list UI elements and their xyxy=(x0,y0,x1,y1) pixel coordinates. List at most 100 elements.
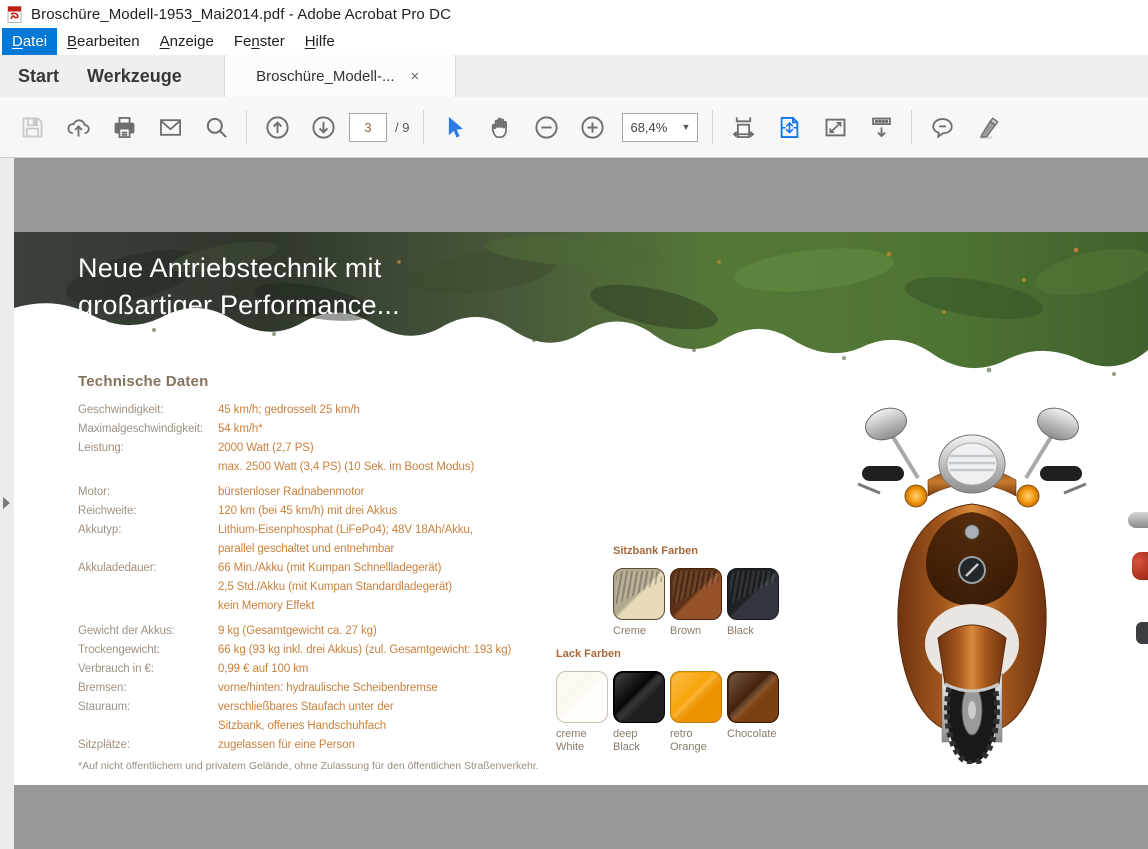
adjacent-scooter-fragment xyxy=(1136,622,1148,644)
previous-page-button[interactable] xyxy=(257,107,297,147)
tech-value-line: kein Memory Effekt xyxy=(218,597,452,616)
tech-row-label: Maximalgeschwindigkeit: xyxy=(78,420,218,439)
color-swatch-item: Brown xyxy=(670,568,722,638)
print-button[interactable] xyxy=(104,107,144,147)
save-icon xyxy=(19,114,46,141)
zoom-level-dropdown[interactable]: 68,4% ▼ xyxy=(622,113,698,142)
tech-row: Sitzplätze:zugelassen für eine Person xyxy=(78,736,558,755)
search-button[interactable] xyxy=(196,107,236,147)
pdf-page[interactable]: Neue Antriebstechnik mitgroßartiger Perf… xyxy=(14,232,1148,785)
tech-value-line: max. 2500 Watt (3,4 PS) (10 Sek. im Boos… xyxy=(218,458,474,477)
color-swatch-item: Chocolate xyxy=(727,671,779,754)
page-number-input[interactable] xyxy=(349,113,387,142)
tech-row: Reichweite:120 km (bei 45 km/h) mit drei… xyxy=(78,502,558,521)
zoom-out-button[interactable] xyxy=(526,107,566,147)
color-swatch-item: deepBlack xyxy=(613,671,665,754)
tech-row: Geschwindigkeit:45 km/h; gedrosselt 25 k… xyxy=(78,401,558,420)
tech-row-label: Gewicht der Akkus: xyxy=(78,622,218,641)
scooter-front-image xyxy=(852,392,1092,764)
comment-button[interactable] xyxy=(922,107,962,147)
color-swatch xyxy=(556,671,608,723)
tech-value-line: Lithium-Eisenphosphat (LiFePo4); 48V 18A… xyxy=(218,521,473,540)
color-swatch-label: retroOrange xyxy=(670,728,722,754)
search-icon xyxy=(203,114,230,141)
color-swatch-item: retroOrange xyxy=(670,671,722,754)
tech-row-value: 45 km/h; gedrosselt 25 km/h xyxy=(218,401,360,420)
tab-werkzeuge[interactable]: Werkzeuge xyxy=(73,55,196,97)
close-icon[interactable]: × xyxy=(407,67,424,86)
color-swatch xyxy=(670,671,722,723)
paint-colors-section: Lack Farben cremeWhitedeepBlackretroOran… xyxy=(556,648,784,754)
menu-fenster[interactable]: Fenster xyxy=(224,28,295,55)
fit-width-button[interactable] xyxy=(723,107,763,147)
color-swatch-item: cremeWhite xyxy=(556,671,608,754)
tech-value-line: 9 kg (Gesamtgewicht ca. 27 kg) xyxy=(218,622,377,641)
tech-footnote: *Auf nicht öffentlichem und privatem Gel… xyxy=(78,760,539,772)
color-swatch-item: Creme xyxy=(613,568,665,638)
fullscreen-button[interactable] xyxy=(815,107,855,147)
panel-expand-icon[interactable] xyxy=(3,497,10,509)
toolbar-separator xyxy=(246,110,247,144)
fit-page-button[interactable] xyxy=(769,107,809,147)
color-swatch-label: Brown xyxy=(670,625,722,638)
next-page-button[interactable] xyxy=(303,107,343,147)
pdf-file-icon xyxy=(7,6,24,23)
menu-datei[interactable]: Datei xyxy=(2,28,57,55)
tech-row-label: Akkuladedauer: xyxy=(78,559,218,616)
tech-row-value: Lithium-Eisenphosphat (LiFePo4); 48V 18A… xyxy=(218,521,473,559)
tech-value-line: zugelassen für eine Person xyxy=(218,736,355,755)
tech-value-line: Sitzbank, offenes Handschuhfach xyxy=(218,717,394,736)
email-icon xyxy=(157,114,184,141)
menu-hilfe[interactable]: Hilfe xyxy=(295,28,345,55)
tech-row: Stauraum:verschließbares Staufach unter … xyxy=(78,698,558,736)
select-tool-button[interactable] xyxy=(434,107,474,147)
seat-colors-section: Sitzbank Farben Creme Brown Black xyxy=(613,545,784,638)
tech-value-line: 120 km (bei 45 km/h) mit drei Akkus xyxy=(218,502,397,521)
select-tool-icon xyxy=(441,114,468,141)
tech-row-value: 9 kg (Gesamtgewicht ca. 27 kg) xyxy=(218,622,377,641)
zoom-in-button[interactable] xyxy=(572,107,612,147)
document-tab-label: Broschüre_Modell-... xyxy=(256,68,394,85)
menu-bearbeiten[interactable]: Bearbeiten xyxy=(57,28,150,55)
tech-row-value: vorne/hinten: hydraulische Scheibenbrems… xyxy=(218,679,438,698)
seat-colors-heading: Sitzbank Farben xyxy=(613,545,784,557)
color-swatch-item: Black xyxy=(727,568,779,638)
tech-row-label: Reichweite: xyxy=(78,502,218,521)
tech-row-value: 54 km/h* xyxy=(218,420,263,439)
tech-row: Gewicht der Akkus:9 kg (Gesamtgewicht ca… xyxy=(78,622,558,641)
adjacent-scooter-fragment xyxy=(1128,512,1148,528)
navigation-pane-collapsed[interactable] xyxy=(0,158,14,849)
color-swatch xyxy=(727,568,779,620)
share-cloud-button[interactable] xyxy=(58,107,98,147)
tech-row-value: zugelassen für eine Person xyxy=(218,736,355,755)
tech-row-value: verschließbares Staufach unter derSitzba… xyxy=(218,698,394,736)
highlight-icon xyxy=(975,114,1002,141)
tab-start[interactable]: Start xyxy=(4,55,73,97)
headline-line: großartiger Performance... xyxy=(78,287,400,324)
tech-row-label: Trockengewicht: xyxy=(78,641,218,660)
fit-page-icon xyxy=(776,114,803,141)
highlight-button[interactable] xyxy=(968,107,1008,147)
tech-row-value: 0,99 € auf 100 km xyxy=(218,660,308,679)
tech-row: Verbrauch in €:0,99 € auf 100 km xyxy=(78,660,558,679)
tech-value-line: parallel geschaltet und entnehmbar xyxy=(218,540,473,559)
tech-value-line: bürstenloser Radnabenmotor xyxy=(218,483,364,502)
fullscreen-icon xyxy=(822,114,849,141)
zoom-out-icon xyxy=(533,114,560,141)
save-button[interactable] xyxy=(12,107,52,147)
fit-width-icon xyxy=(730,114,757,141)
tech-row: Leistung:2000 Watt (2,7 PS)max. 2500 Wat… xyxy=(78,439,558,477)
main-toolbar: / 9 68,4% ▼ xyxy=(0,97,1148,158)
color-swatch-label: Chocolate xyxy=(727,728,779,741)
hide-toolbar-button[interactable] xyxy=(861,107,901,147)
color-swatch-label: Creme xyxy=(613,625,665,638)
hand-tool-button[interactable] xyxy=(480,107,520,147)
tech-row-value: 120 km (bei 45 km/h) mit drei Akkus xyxy=(218,502,397,521)
tech-row: Akkutyp:Lithium-Eisenphosphat (LiFePo4);… xyxy=(78,521,558,559)
document-tab[interactable]: Broschüre_Modell-... × xyxy=(224,55,456,97)
tech-row-value: 66 kg (93 kg inkl. drei Akkus) (zul. Ges… xyxy=(218,641,511,660)
page-headline: Neue Antriebstechnik mitgroßartiger Perf… xyxy=(78,250,400,324)
menu-anzeige[interactable]: Anzeige xyxy=(150,28,224,55)
tech-row: Trockengewicht:66 kg (93 kg inkl. drei A… xyxy=(78,641,558,660)
email-button[interactable] xyxy=(150,107,190,147)
